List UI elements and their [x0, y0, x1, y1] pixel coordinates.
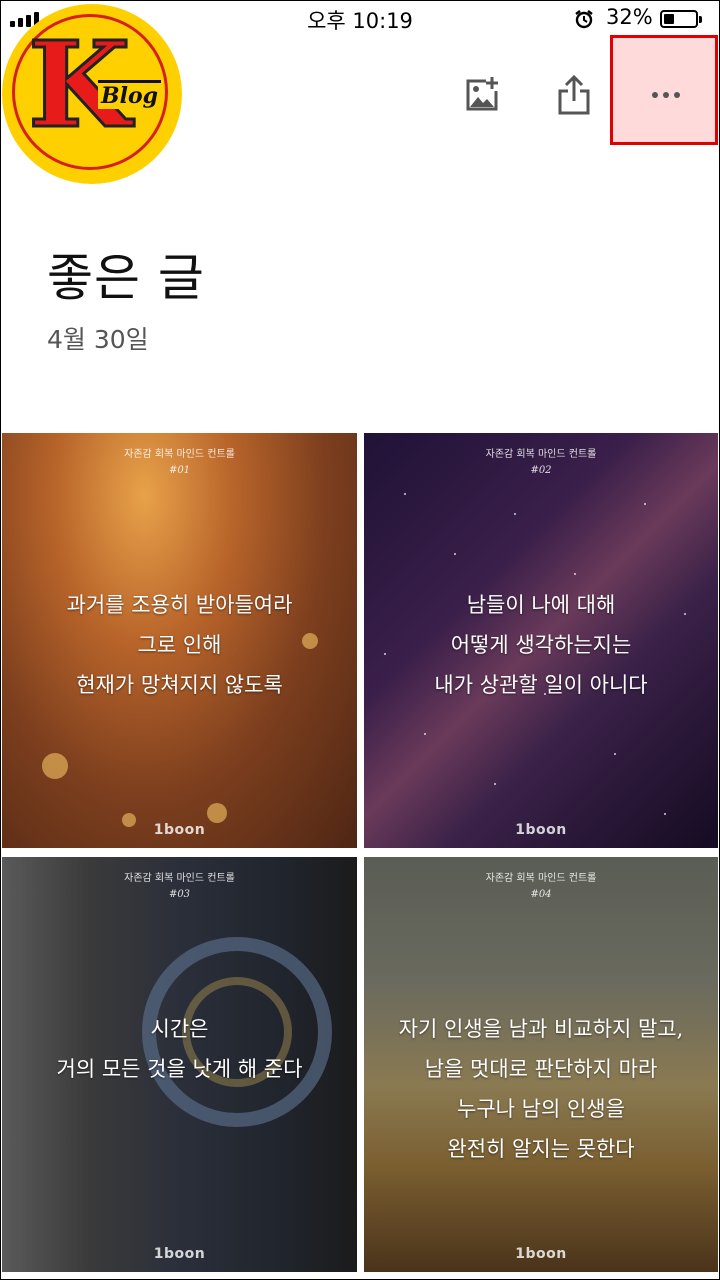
- photo-number: #03: [168, 889, 191, 900]
- add-photo-icon: [466, 77, 498, 111]
- photo-quote: 남들이 나에 대해 어떻게 생각하는지는 내가 상관할 일이 아니다: [434, 593, 648, 697]
- photo-quote: 과거를 조용히 받아들여라 그로 인해 현재가 망쳐지지 않도록: [66, 593, 293, 697]
- album-date: 4월 30일: [47, 325, 149, 354]
- share-icon: [558, 74, 590, 115]
- battery-icon: [660, 10, 702, 28]
- more-icon: [652, 92, 680, 98]
- photo-series: 자존감 회복 마인드 컨트롤: [124, 449, 235, 460]
- photo-thumbnail[interactable]: 자존감 회복 마인드 컨트롤 #01 과거를 조용히 받아들여라 그로 인해 현…: [2, 433, 357, 848]
- photo-series: 자존감 회복 마인드 컨트롤: [485, 873, 597, 884]
- photo-brand: 1boon: [515, 822, 567, 838]
- more-button[interactable]: [641, 70, 691, 120]
- album-title: 좋은 글: [47, 249, 205, 307]
- photo-brand: 1boon: [515, 1246, 567, 1262]
- photo-number: #01: [168, 465, 191, 476]
- photo-quote: 시간은 거의 모든 것을 낫게 해 준다: [56, 1017, 303, 1081]
- photo-quote: 자기 인생을 남과 비교하지 말고, 남을 멋대로 판단하지 마라 누구나 남의…: [398, 1017, 684, 1161]
- logo-text: Blog: [98, 80, 162, 109]
- share-button[interactable]: [549, 70, 599, 120]
- photo-brand: 1boon: [153, 822, 206, 838]
- photo-thumbnail[interactable]: 자존감 회복 마인드 컨트롤 #03 시간은 거의 모든 것을 낫게 해 준다 …: [2, 857, 357, 1272]
- add-photo-button[interactable]: [457, 70, 507, 120]
- photo-number: #04: [530, 889, 552, 900]
- photo-series: 자존감 회복 마인드 컨트롤: [485, 449, 597, 460]
- photo-brand: 1boon: [153, 1246, 206, 1262]
- photo-series: 자존감 회복 마인드 컨트롤: [124, 873, 235, 884]
- photo-thumbnail[interactable]: 자존감 회복 마인드 컨트롤 #02 남들이 나에 대해 어떻게 생각하는지는 …: [364, 433, 718, 848]
- battery-percent: 32%: [606, 5, 653, 29]
- photo-number: #02: [530, 465, 552, 476]
- photo-thumbnail[interactable]: 자존감 회복 마인드 컨트롤 #04 자기 인생을 남과 비교하지 말고, 남을…: [364, 857, 718, 1272]
- alarm-icon: [575, 10, 593, 29]
- blog-logo: K Blog: [2, 4, 182, 184]
